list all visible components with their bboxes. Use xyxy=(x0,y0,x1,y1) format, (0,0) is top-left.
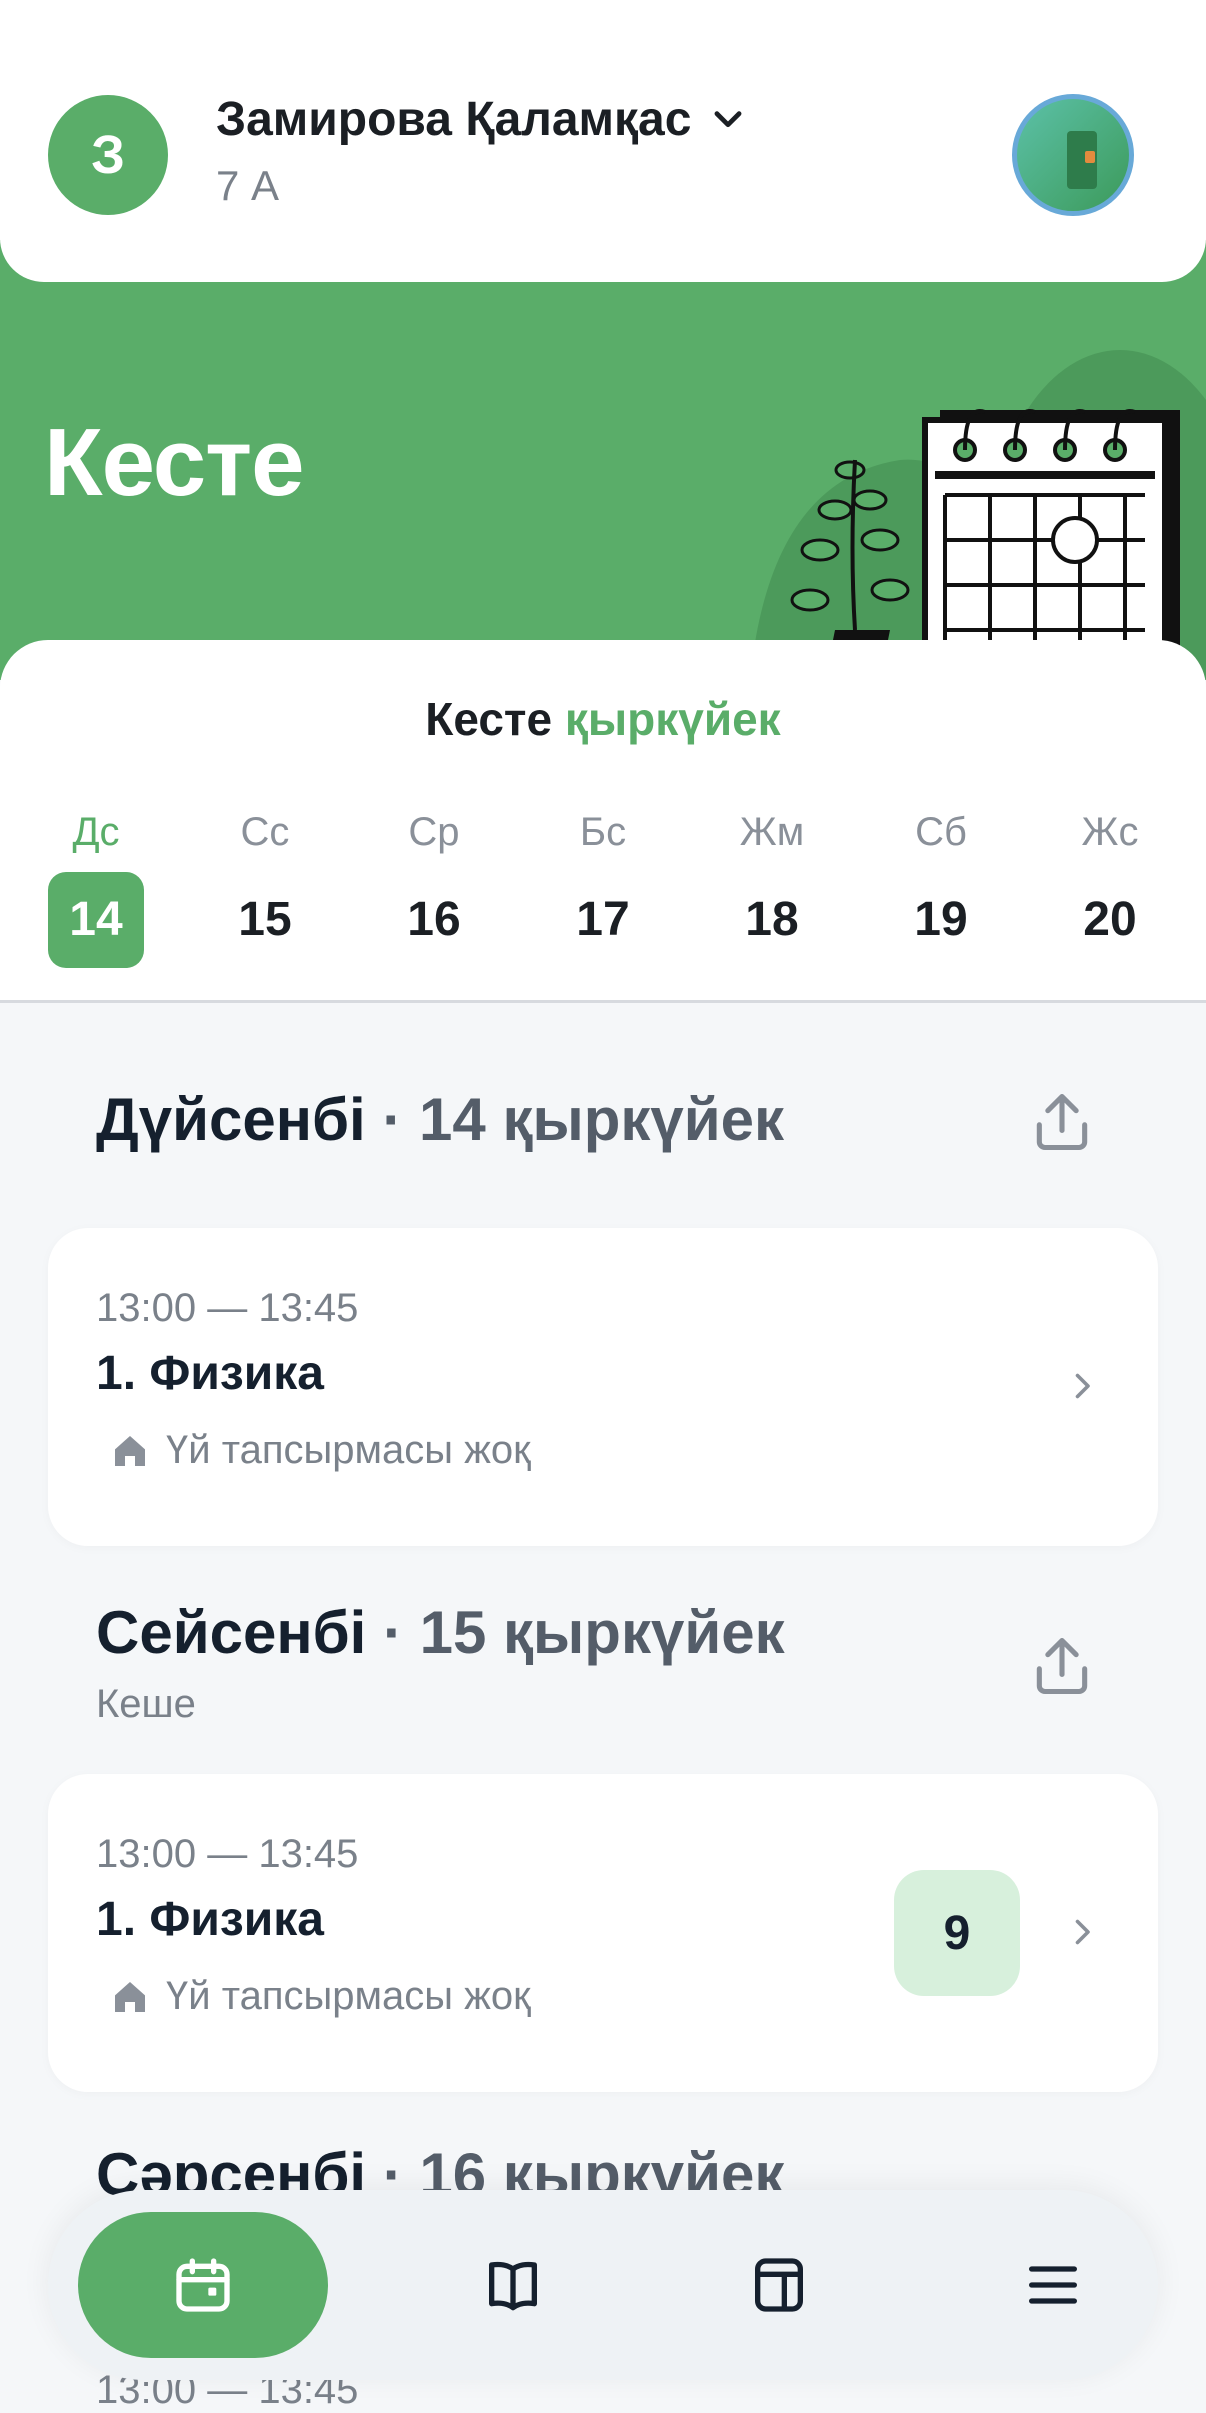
day-name: Ср xyxy=(408,810,460,854)
day-sat[interactable]: Сб 19 xyxy=(881,810,1001,968)
calendar-icon xyxy=(176,2258,230,2312)
share-icon[interactable] xyxy=(1028,1088,1096,1156)
day-number: 15 xyxy=(238,893,292,946)
day-name: Бс xyxy=(579,810,627,854)
homework-label: Үй тапсырмасы жоқ xyxy=(166,1428,531,1472)
day-number: 14 xyxy=(48,872,144,968)
day-heading-name: Дүйсенбі xyxy=(96,1086,366,1153)
lesson-card[interactable]: 13:00 — 13:45 1. Физика Үй тапсырмасы жо… xyxy=(48,1228,1158,1546)
bottom-navigation xyxy=(48,2190,1158,2380)
day-thu[interactable]: Бс 17 xyxy=(543,810,663,968)
page-title: Кесте xyxy=(44,409,305,516)
chevron-right-icon xyxy=(1075,1919,1090,1945)
day-heading: Дүйсенбі · 14 қыркүйек xyxy=(96,1085,784,1154)
day-number: 18 xyxy=(745,893,799,946)
nav-notebook[interactable] xyxy=(694,2212,864,2358)
grade-badge: 9 xyxy=(894,1870,1020,1996)
home-icon xyxy=(115,1435,145,1466)
lesson-time: 13:00 — 13:45 xyxy=(96,1286,359,1330)
day-subtitle: Кеше xyxy=(96,1682,196,1726)
student-name: Замирова Қаламқас xyxy=(216,93,692,146)
book-icon xyxy=(489,2261,537,2311)
nav-diary[interactable] xyxy=(428,2212,598,2358)
share-icon[interactable] xyxy=(1028,1632,1096,1700)
day-sun[interactable]: Жс 20 xyxy=(1050,810,1170,968)
nav-menu[interactable] xyxy=(968,2212,1138,2358)
calendar-title: Кесте қыркүйек xyxy=(0,692,1206,746)
week-calendar: Кесте қыркүйек Дс 14 Сс 15 Ср 16 Бс 17 Ж… xyxy=(0,640,1206,1003)
notebook-icon xyxy=(755,2258,803,2312)
day-number: 16 xyxy=(407,893,461,946)
calendar-plant-illustration xyxy=(750,350,1206,680)
student-class: 7 А xyxy=(216,162,280,209)
day-heading-date: · 14 қыркүйек xyxy=(382,1086,785,1153)
chevron-right-icon xyxy=(1075,1373,1090,1399)
lesson-title: 1. Физика xyxy=(96,1893,324,1946)
day-heading-name: Сейсенбі xyxy=(96,1599,367,1666)
calendar-month-selector[interactable]: қыркүйек xyxy=(565,693,781,745)
page-banner: Кесте xyxy=(0,240,1206,680)
lesson-card[interactable]: 13:00 — 13:45 1. Физика Үй тапсырмасы жо… xyxy=(48,1774,1158,2092)
day-number: 19 xyxy=(914,893,968,946)
day-name: Сс xyxy=(240,810,290,854)
avatar[interactable]: З xyxy=(48,95,168,215)
homework-status: Үй тапсырмасы жоқ xyxy=(110,1428,531,1473)
homework-label: Үй тапсырмасы жоқ xyxy=(166,1974,531,2018)
calendar-title-label: Кесте xyxy=(425,693,553,745)
day-number: 20 xyxy=(1083,893,1137,946)
day-wed[interactable]: Ср 16 xyxy=(374,810,494,968)
day-heading-date: · 15 қыркүйек xyxy=(382,1599,785,1666)
day-name: Сб xyxy=(915,810,967,854)
day-tue[interactable]: Сс 15 xyxy=(205,810,325,968)
day-name: Жс xyxy=(1081,810,1139,854)
profile-header: З Замирова Қаламқас 7 А xyxy=(0,0,1206,282)
home-icon xyxy=(115,1981,145,2012)
lesson-title: 1. Физика xyxy=(96,1347,324,1400)
day-number: 17 xyxy=(576,893,630,946)
day-mon[interactable]: Дс 14 xyxy=(36,810,156,968)
homework-status: Үй тапсырмасы жоқ xyxy=(110,1974,531,2019)
menu-icon xyxy=(1029,2266,1077,2304)
day-heading: Сейсенбі · 15 қыркүйек xyxy=(96,1598,785,1667)
nav-schedule[interactable] xyxy=(78,2212,328,2358)
day-name: Жм xyxy=(739,810,805,854)
chevron-down-icon xyxy=(714,110,742,127)
student-switcher[interactable]: Замирова Қаламқас xyxy=(216,92,747,147)
profile-photo[interactable] xyxy=(1012,94,1134,216)
day-fri[interactable]: Жм 18 xyxy=(712,810,832,968)
day-name: Дс xyxy=(72,810,120,854)
lesson-time: 13:00 — 13:45 xyxy=(96,1832,359,1876)
